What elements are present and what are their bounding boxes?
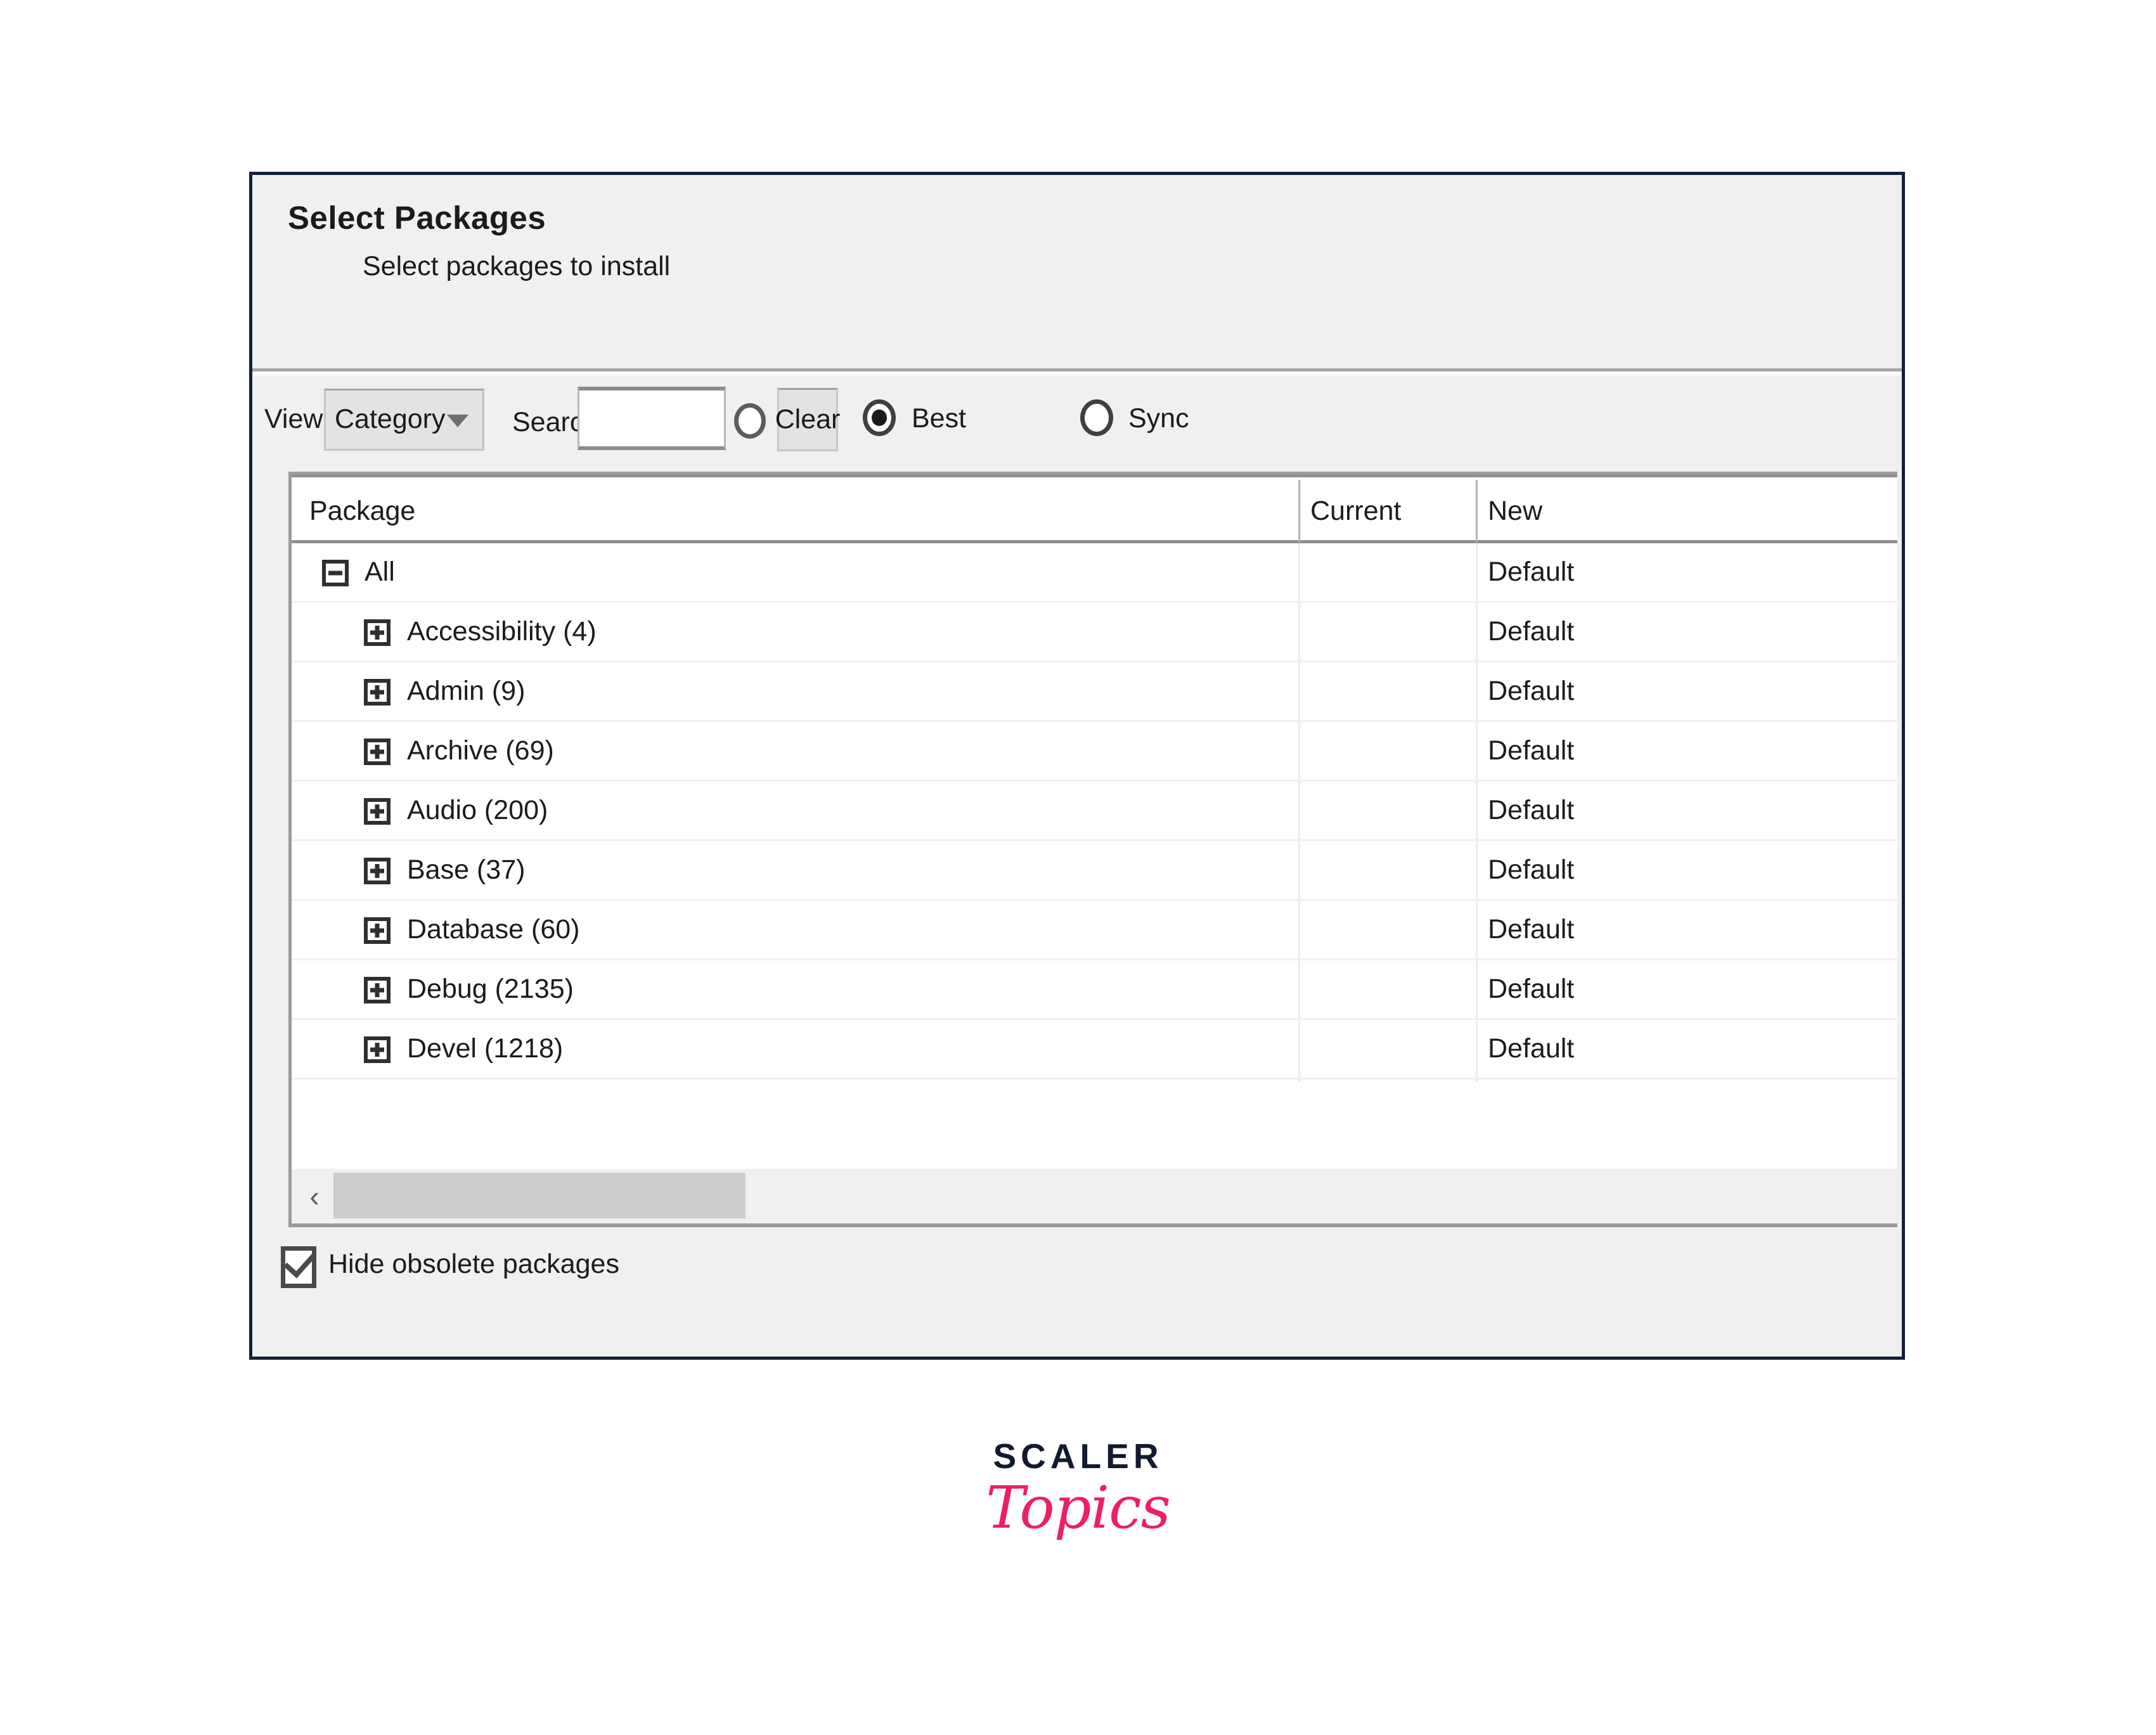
expand-plus-icon[interactable]	[364, 739, 391, 765]
column-header-current[interactable]: Current	[1310, 496, 1401, 527]
package-new-value[interactable]: Default	[1488, 557, 1574, 588]
scrollbar-thumb[interactable]	[333, 1173, 746, 1218]
hide-obsolete-checkbox[interactable]	[281, 1244, 316, 1288]
clear-button-label: Clear	[775, 404, 841, 435]
page-title: Select Packages	[288, 200, 546, 236]
toolbar: View Category Search Clear Best Sync	[252, 375, 1902, 464]
search-icon[interactable]	[734, 403, 766, 439]
table-row[interactable]: Devel (1218) Default	[292, 1020, 1897, 1080]
view-label: View	[264, 404, 323, 434]
radio-best[interactable]	[863, 399, 896, 436]
table-row[interactable]: Accessibility (4) Default	[292, 603, 1897, 662]
page-subtitle: Select packages to install	[363, 251, 671, 281]
package-new-value[interactable]: Default	[1488, 855, 1574, 886]
table-row[interactable]: Debug (2135) Default	[292, 960, 1897, 1020]
watermark-sub: Topics	[986, 1474, 1171, 1542]
column-divider[interactable]	[1476, 480, 1478, 543]
watermark: SCALER Topics	[0, 1439, 2156, 1539]
table-row[interactable]: Admin (9) Default	[292, 662, 1897, 722]
view-select[interactable]: Category	[324, 389, 484, 451]
package-name: Database (60)	[407, 914, 580, 945]
column-header-package[interactable]: Package	[309, 496, 415, 527]
radio-sync[interactable]	[1080, 399, 1113, 436]
package-new-value[interactable]: Default	[1488, 974, 1574, 1005]
package-new-value[interactable]: Default	[1488, 795, 1574, 826]
expand-plus-icon[interactable]	[364, 679, 391, 706]
panel-bottom-edge	[288, 1223, 1897, 1227]
clear-button[interactable]: Clear	[775, 388, 841, 451]
package-name: Debug (2135)	[407, 974, 574, 1004]
package-new-value[interactable]: Default	[1488, 1033, 1574, 1064]
package-name: Archive (69)	[407, 735, 554, 766]
select-packages-dialog: Select Packages Select packages to insta…	[249, 172, 1905, 1360]
package-tree-panel: Package Current New All Default Accessib…	[288, 472, 1897, 1169]
table-row[interactable]: Archive (69) Default	[292, 722, 1897, 782]
check-icon	[283, 1244, 316, 1279]
table-header-row: Package Current New	[292, 475, 1897, 543]
package-new-value[interactable]: Default	[1488, 616, 1574, 647]
expand-plus-icon[interactable]	[364, 977, 391, 1003]
table-row[interactable]: Audio (200) Default	[292, 782, 1897, 841]
scroll-left-icon[interactable]: ‹	[300, 1182, 328, 1211]
radio-best-dot	[872, 410, 887, 426]
package-new-value[interactable]: Default	[1488, 914, 1574, 945]
expand-plus-icon[interactable]	[364, 619, 391, 646]
radio-best-label[interactable]: Best	[912, 403, 966, 434]
expand-plus-icon[interactable]	[364, 858, 391, 884]
table-row[interactable]: Database (60) Default	[292, 901, 1897, 960]
horizontal-scrollbar[interactable]: ‹	[288, 1169, 1897, 1223]
table-row[interactable]: All Default	[292, 543, 1897, 603]
package-tree-body: All Default Accessibility (4) Default Ad…	[292, 543, 1897, 1169]
package-name: Accessibility (4)	[407, 616, 597, 647]
package-name: Admin (9)	[407, 676, 526, 706]
hide-obsolete-label[interactable]: Hide obsolete packages	[328, 1249, 619, 1280]
chevron-down-icon	[447, 415, 468, 427]
expand-plus-icon[interactable]	[364, 917, 391, 944]
package-name: Audio (200)	[407, 795, 548, 825]
radio-sync-label[interactable]: Sync	[1128, 403, 1189, 434]
watermark-brand: SCALER	[993, 1436, 1163, 1476]
package-name: Devel (1218)	[407, 1033, 564, 1064]
view-select-value: Category	[335, 404, 446, 434]
dialog-header: Select Packages Select packages to insta…	[252, 175, 1902, 375]
package-name: All	[365, 557, 395, 587]
package-new-value[interactable]: Default	[1488, 735, 1574, 766]
package-new-value[interactable]: Default	[1488, 676, 1574, 707]
expand-plus-icon[interactable]	[364, 1036, 391, 1063]
expand-plus-icon[interactable]	[364, 798, 391, 825]
table-row[interactable]: Base (37) Default	[292, 841, 1897, 901]
column-header-new[interactable]: New	[1488, 496, 1542, 527]
package-name: Base (37)	[407, 855, 526, 885]
collapse-minus-icon[interactable]	[322, 560, 349, 586]
column-divider[interactable]	[1298, 480, 1300, 543]
search-input[interactable]	[578, 387, 726, 450]
